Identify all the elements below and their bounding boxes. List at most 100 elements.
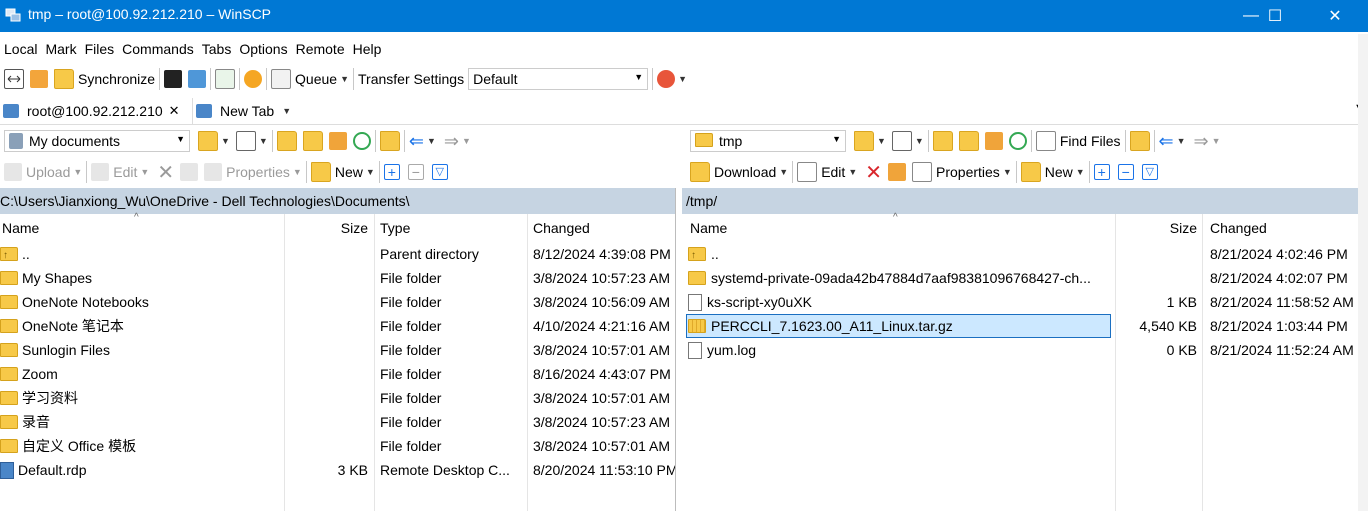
refresh-icon[interactable] [352, 132, 371, 150]
home-icon[interactable] [328, 132, 347, 150]
table-row[interactable]: Sunlogin Files File folder 3/8/2024 10:57:… [0, 338, 675, 362]
table-row[interactable]: yum.log 0 KB 8/21/2024 11:52:24 AM [682, 338, 1368, 362]
refresh-icon[interactable] [1008, 132, 1027, 150]
unselect-icon[interactable]: − [1117, 164, 1134, 180]
select-icon[interactable]: + [1093, 164, 1110, 180]
close-button[interactable]: ✕ [1312, 0, 1358, 32]
right-properties-button[interactable]: Properties [936, 164, 1000, 180]
root-directory-icon[interactable] [302, 131, 323, 151]
upload-button[interactable]: Upload [26, 164, 70, 180]
table-row[interactable]: 学习资料 File folder 3/8/2024 10:57:01 AM [0, 386, 675, 410]
tab-session[interactable]: root@100.92.212.210 ✕ [0, 98, 193, 124]
table-row[interactable]: 自定义 Office 模板 File folder 3/8/2024 10:57:0… [0, 434, 675, 458]
synchronize-icon[interactable] [54, 69, 74, 89]
tree-icon[interactable] [379, 131, 400, 151]
delete-icon[interactable]: ✕ [865, 160, 882, 185]
chevron-down-icon[interactable]: ▼ [678, 74, 687, 84]
right-location-select[interactable]: tmp ▼ [690, 130, 846, 152]
edit-icon[interactable] [91, 163, 110, 181]
close-tab-icon[interactable]: ✕ [169, 103, 180, 119]
queue-icon[interactable] [271, 69, 292, 89]
filter-select-icon[interactable]: ▽ [431, 164, 448, 180]
menu-commands[interactable]: Commands [118, 36, 198, 60]
home-icon[interactable] [984, 132, 1003, 150]
refresh-icon[interactable] [215, 69, 236, 89]
parent-directory-icon[interactable] [932, 131, 953, 151]
back-icon[interactable]: ⇐ [409, 131, 424, 152]
download-icon[interactable] [690, 162, 710, 182]
properties-icon[interactable] [912, 162, 932, 182]
right-col-name[interactable]: Name [690, 214, 727, 242]
select-icon[interactable]: + [383, 164, 400, 180]
compare-directories-icon[interactable] [4, 69, 24, 89]
filter-icon[interactable] [235, 131, 256, 151]
left-col-size[interactable]: Size [285, 214, 368, 242]
find-files-icon[interactable] [1035, 131, 1056, 151]
properties-icon[interactable] [204, 163, 223, 181]
menu-local[interactable]: Local [0, 36, 41, 60]
forward-icon[interactable]: ⇒ [444, 131, 459, 152]
left-col-type[interactable]: Type [380, 214, 410, 242]
menu-files[interactable]: Files [81, 36, 119, 60]
sync-browsing-icon[interactable] [30, 70, 48, 88]
gear-icon[interactable] [244, 70, 263, 88]
table-row[interactable]: OneNote 笔记本 File folder 4/10/2024 4:21:16 … [0, 314, 675, 338]
menu-help[interactable]: Help [349, 36, 386, 60]
table-row[interactable]: 录音 File folder 3/8/2024 10:57:23 AM [0, 410, 675, 434]
right-col-changed[interactable]: Changed [1210, 214, 1267, 242]
menu-options[interactable]: Options [235, 36, 291, 60]
chevron-down-icon[interactable]: ▼ [340, 74, 349, 84]
tree-icon[interactable] [1129, 131, 1150, 151]
filter-icon[interactable] [891, 131, 912, 151]
download-button[interactable]: Download [714, 164, 776, 180]
table-row[interactable]: OneNote Notebooks File folder 3/8/2024 10:… [0, 290, 675, 314]
edit-icon[interactable] [797, 162, 818, 182]
putty-icon[interactable] [188, 70, 207, 88]
right-edit-button[interactable]: Edit [821, 164, 845, 180]
table-row[interactable]: Zoom File folder 8/16/2024 4:43:07 PM [0, 362, 675, 386]
table-row[interactable]: Default.rdp 3 KB Remote Desktop C... 8/20/2… [0, 458, 675, 482]
console-icon[interactable] [164, 70, 183, 88]
right-scrollbar[interactable] [1358, 34, 1368, 511]
rename-icon[interactable] [888, 163, 906, 181]
left-properties-button[interactable]: Properties [226, 164, 290, 180]
back-icon[interactable]: ⇐ [1159, 131, 1174, 152]
transfer-settings-select[interactable]: Default ▼ [468, 68, 649, 90]
find-files-button[interactable]: Find Files [1060, 133, 1121, 149]
maximize-button[interactable]: ☐ [1252, 0, 1298, 32]
right-col-size[interactable]: Size [1117, 214, 1197, 242]
table-row[interactable]: My Shapes File folder 3/8/2024 10:57:23 AM [0, 266, 675, 290]
menu-remote[interactable]: Remote [292, 36, 349, 60]
forward-icon[interactable]: ⇒ [1194, 131, 1209, 152]
queue-button[interactable]: Queue [295, 71, 337, 87]
right-new-button[interactable]: New [1045, 164, 1073, 180]
left-new-button[interactable]: New [335, 164, 363, 180]
file-type: File folder [380, 342, 442, 358]
root-directory-icon[interactable] [958, 131, 979, 151]
upload-icon[interactable] [4, 163, 22, 181]
tab-new[interactable]: New Tab ▼ [196, 98, 308, 124]
left-col-name[interactable]: Name [2, 214, 39, 242]
unselect-icon[interactable]: − [407, 164, 424, 180]
left-location-select[interactable]: My documents ▼ [4, 130, 190, 152]
open-folder-icon[interactable] [198, 131, 218, 151]
chevron-down-icon[interactable]: ▼ [282, 106, 291, 116]
open-folder-icon[interactable] [854, 131, 874, 151]
delete-icon[interactable]: ✕ [157, 160, 174, 185]
left-col-changed[interactable]: Changed [533, 214, 590, 242]
new-icon[interactable] [1020, 162, 1041, 182]
table-row[interactable]: ks-script-xy0uXK 1 KB 8/21/2024 11:58:52 A… [682, 290, 1368, 314]
synchronize-button[interactable]: Synchronize [78, 71, 155, 87]
table-row[interactable]: systemd-private-09ada42b47884d7aaf983810… [682, 266, 1368, 290]
table-row[interactable]: PERCCLI_7.1623.00_A11_Linux.tar.gz 4,540 … [682, 314, 1368, 338]
menu-mark[interactable]: Mark [41, 36, 80, 60]
menu-tabs[interactable]: Tabs [198, 36, 236, 60]
filter-select-icon[interactable]: ▽ [1141, 164, 1158, 180]
rename-icon[interactable] [180, 163, 199, 181]
transfer-mode-icon[interactable] [657, 70, 676, 88]
new-icon[interactable] [310, 162, 331, 182]
left-edit-button[interactable]: Edit [113, 164, 137, 180]
table-row[interactable]: .. Parent directory 8/12/2024 4:39:08 PM [0, 242, 675, 266]
table-row[interactable]: .. 8/21/2024 4:02:46 PM [682, 242, 1368, 266]
parent-directory-icon[interactable] [276, 131, 297, 151]
